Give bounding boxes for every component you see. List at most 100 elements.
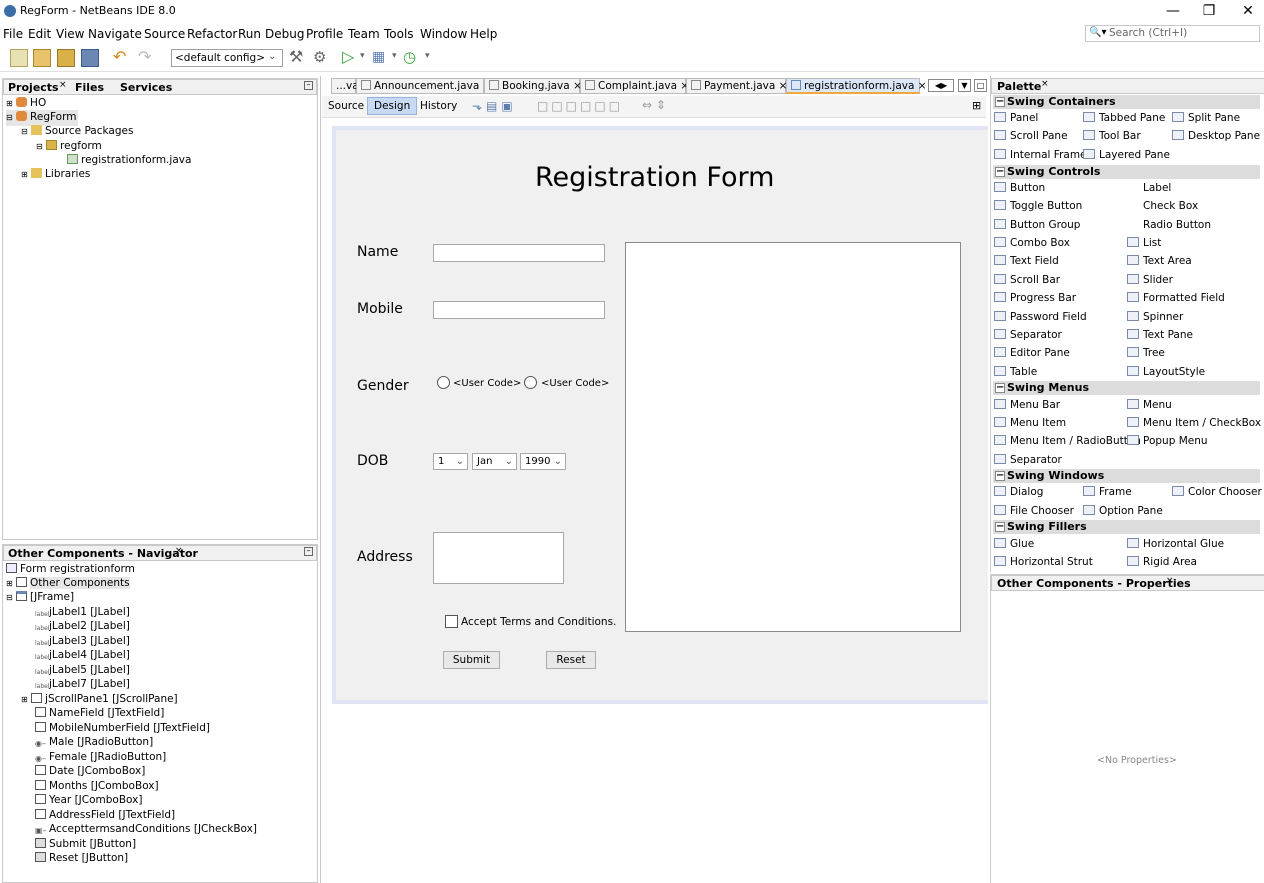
submit-button[interactable]: Submit bbox=[443, 651, 500, 669]
palette-item-scroll-pane[interactable]: Scroll Pane bbox=[994, 130, 1068, 142]
redo-icon[interactable]: ↷ bbox=[138, 49, 156, 67]
tab-projects[interactable]: Projects bbox=[8, 81, 59, 94]
history-view-tab[interactable]: History bbox=[420, 100, 457, 112]
run-dropdown-icon[interactable]: ▾ bbox=[360, 51, 365, 61]
nav-item-jlabel3[interactable]: labeljLabel3 [JLabel] bbox=[35, 634, 130, 649]
resize-tools-icon[interactable]: ⇔ ⇕ bbox=[642, 98, 666, 112]
minimize-panel-icon[interactable]: – bbox=[304, 81, 313, 90]
source-view-tab[interactable]: Source bbox=[328, 100, 364, 112]
tree-item-registrationform[interactable]: registrationform.java bbox=[67, 153, 191, 168]
palette-item-label[interactable]: Label bbox=[1127, 182, 1171, 194]
palette-item-list[interactable]: List bbox=[1127, 237, 1161, 249]
nav-item-form[interactable]: Form registrationform bbox=[6, 562, 135, 577]
scroll-tabs-icon[interactable]: ◀▶ bbox=[928, 79, 954, 92]
palette-section-containers[interactable]: Swing Containers bbox=[993, 95, 1260, 109]
nav-item-year[interactable]: Year [JComboBox] bbox=[35, 793, 142, 808]
tab-services[interactable]: Services bbox=[120, 81, 172, 94]
nav-item-male[interactable]: ◉– Male [JRadioButton] bbox=[35, 735, 153, 750]
menu-view[interactable]: View bbox=[56, 27, 84, 41]
nav-item-reset[interactable]: Reset [JButton] bbox=[35, 851, 128, 866]
nav-item-female[interactable]: ◉– Female [JRadioButton] bbox=[35, 750, 166, 765]
day-combo[interactable]: 1 ⌄ bbox=[433, 453, 468, 470]
palette-item-desktop-pane[interactable]: Desktop Pane bbox=[1172, 130, 1260, 142]
tab-truncated[interactable]: ...va bbox=[331, 78, 359, 94]
palette-item-menu-bar[interactable]: Menu Bar bbox=[994, 399, 1060, 411]
palette-item-password-field[interactable]: Password Field bbox=[994, 311, 1087, 323]
palette-item-separator[interactable]: Separator bbox=[994, 329, 1062, 341]
align-tools-icon[interactable]: □□□□□□ bbox=[537, 99, 623, 113]
tree-item-libraries[interactable]: ⊞ Libraries bbox=[21, 167, 90, 183]
year-combo[interactable]: 1990 ⌄ bbox=[520, 453, 566, 470]
palette-item-horizontal-glue[interactable]: Horizontal Glue bbox=[1127, 538, 1224, 550]
palette-item-spinner[interactable]: Spinner bbox=[1127, 311, 1183, 323]
properties-title[interactable]: Other Components - Properties bbox=[997, 577, 1191, 590]
nav-item-accepttermsandconditions[interactable]: ▣– AccepttermsandConditions [JCheckBox] bbox=[35, 822, 257, 837]
tab-payment[interactable]: Payment.java × bbox=[686, 78, 787, 94]
tab-announcement[interactable]: Announcement.java × bbox=[356, 78, 491, 94]
nav-item-jlabel5[interactable]: labeljLabel5 [JLabel] bbox=[35, 663, 130, 678]
editor-toolbar-expand-icon[interactable]: ⊞ bbox=[972, 99, 981, 112]
tab-files[interactable]: Files bbox=[75, 81, 104, 94]
palette-item-text-field[interactable]: Text Field bbox=[994, 255, 1059, 267]
undo-icon[interactable]: ↶ bbox=[113, 49, 131, 67]
palette-item-frame[interactable]: Frame bbox=[1083, 486, 1132, 498]
new-project-icon[interactable] bbox=[33, 49, 51, 67]
palette-item-editor-pane[interactable]: Editor Pane bbox=[994, 347, 1070, 359]
clean-build-icon[interactable]: ⚙ bbox=[313, 49, 331, 67]
nav-item-jlabel1[interactable]: labeljLabel1 [JLabel] bbox=[35, 605, 130, 620]
menu-refactor[interactable]: Refactor bbox=[187, 27, 237, 41]
palette-section-fillers[interactable]: Swing Fillers bbox=[993, 520, 1260, 534]
palette-item-split-pane[interactable]: Split Pane bbox=[1172, 112, 1240, 124]
nav-item-mobilenumberfield[interactable]: MobileNumberField [JTextField] bbox=[35, 721, 210, 736]
tab-complaint[interactable]: Complaint.java × bbox=[580, 78, 689, 94]
debug-icon[interactable]: ▦ bbox=[372, 49, 390, 67]
new-file-icon[interactable] bbox=[10, 49, 28, 67]
maximize-editor-icon[interactable]: □ bbox=[974, 79, 987, 92]
nav-item-jlabel7[interactable]: labeljLabel7 [JLabel] bbox=[35, 677, 130, 692]
palette-item-toggle-button[interactable]: Toggle Button bbox=[994, 200, 1082, 212]
menu-file[interactable]: File bbox=[3, 27, 23, 41]
palette-item-internal-frame[interactable]: Internal Frame bbox=[994, 149, 1087, 161]
female-radio[interactable] bbox=[524, 376, 537, 389]
run-icon[interactable]: ▷ bbox=[342, 49, 360, 67]
menu-team[interactable]: Team bbox=[348, 27, 380, 41]
palette-section-menus[interactable]: Swing Menus bbox=[993, 381, 1260, 395]
save-all-icon[interactable] bbox=[81, 49, 99, 67]
maximize-button[interactable]: ❐ bbox=[1186, 0, 1232, 24]
menu-edit[interactable]: Edit bbox=[28, 27, 51, 41]
profile-dropdown-icon[interactable]: ▾ bbox=[425, 51, 430, 61]
menu-tools[interactable]: Tools bbox=[384, 27, 414, 41]
palette-item-glue[interactable]: Glue bbox=[994, 538, 1034, 550]
palette-item-menu-separator[interactable]: Separator bbox=[994, 454, 1062, 466]
palette-item-file-chooser[interactable]: File Chooser bbox=[994, 505, 1074, 517]
palette-section-controls[interactable]: Swing Controls bbox=[993, 165, 1260, 179]
palette-item-menu-item-radiobutton[interactable]: Menu Item / RadioButton bbox=[994, 435, 1141, 447]
menu-window[interactable]: Window bbox=[420, 27, 467, 41]
palette-section-windows[interactable]: Swing Windows bbox=[993, 469, 1260, 483]
nav-item-date[interactable]: Date [JComboBox] bbox=[35, 764, 145, 779]
male-radio[interactable] bbox=[437, 376, 450, 389]
palette-item-button-group[interactable]: Button Group bbox=[994, 219, 1080, 231]
tab-registrationform[interactable]: registrationform.java × bbox=[786, 78, 927, 94]
menu-profile[interactable]: Profile bbox=[306, 27, 343, 41]
palette-item-horizontal-strut[interactable]: Horizontal Strut bbox=[994, 556, 1093, 568]
nav-item-jframe[interactable]: ⊟ [JFrame] bbox=[6, 590, 74, 606]
close-icon[interactable]: × bbox=[1041, 79, 1049, 89]
month-combo[interactable]: Jan ⌄ bbox=[472, 453, 517, 470]
scroll-pane-output[interactable] bbox=[625, 242, 961, 632]
close-icon[interactable]: × bbox=[918, 80, 927, 92]
tab-list-icon[interactable]: ▼ bbox=[958, 79, 971, 92]
selection-tools-icon[interactable]: ⬎▤▣ bbox=[472, 99, 517, 113]
palette-item-table[interactable]: Table bbox=[994, 366, 1037, 378]
palette-item-radio-button[interactable]: Radio Button bbox=[1127, 219, 1211, 231]
close-icon[interactable]: × bbox=[59, 80, 67, 90]
palette-item-text-pane[interactable]: Text Pane bbox=[1127, 329, 1193, 341]
palette-item-progress-bar[interactable]: Progress Bar bbox=[994, 292, 1076, 304]
menu-navigate[interactable]: Navigate bbox=[88, 27, 142, 41]
tab-booking[interactable]: Booking.java × bbox=[484, 78, 582, 94]
open-project-icon[interactable] bbox=[57, 49, 75, 67]
palette-item-check-box[interactable]: Check Box bbox=[1127, 200, 1198, 212]
palette-item-tabbed-pane[interactable]: Tabbed Pane bbox=[1083, 112, 1165, 124]
palette-item-menu-item-checkbox[interactable]: Menu Item / CheckBox bbox=[1127, 417, 1261, 429]
close-button[interactable]: ✕ bbox=[1232, 0, 1264, 24]
